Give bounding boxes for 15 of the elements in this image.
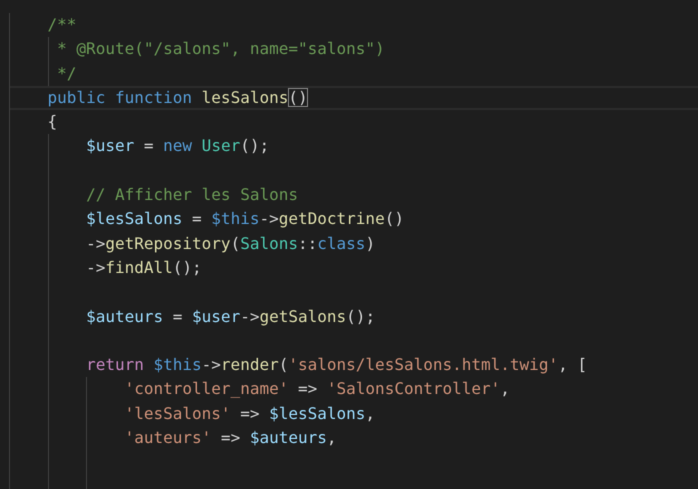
- code-line: */: [57, 62, 76, 85]
- code-line: ->getRepository(Salons::class): [86, 232, 376, 255]
- code-line: ->findAll();: [86, 256, 202, 279]
- code-line: $auteurs = $user->getSalons();: [86, 306, 376, 328]
- code-line: return $this->render('salons/lesSalons.html.twig', [: [86, 354, 587, 376]
- code-line: public function lesSalons(): [48, 88, 308, 108]
- code-line: $lesSalons = $this->getDoctrine(): [86, 208, 404, 230]
- code-line: 'controller_name' => 'SalonsController',: [124, 378, 510, 400]
- code-line: 'auteurs' => $auteurs,: [124, 427, 337, 450]
- code-line: // Afficher les Salons: [86, 184, 298, 206]
- code-line: * @Route("/salons", name="salons"): [57, 38, 385, 60]
- code-line: $user = new User();: [86, 135, 270, 158]
- code-line: /**: [48, 14, 76, 36]
- code-line: 'lesSalons' => $lesSalons,: [124, 402, 376, 425]
- code-line: {: [48, 111, 58, 134]
